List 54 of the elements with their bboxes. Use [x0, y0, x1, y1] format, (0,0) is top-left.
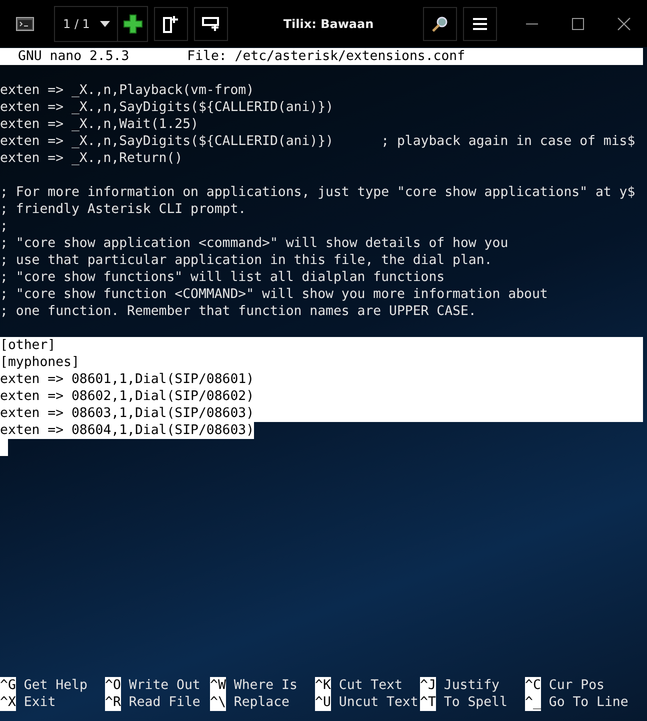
shortcut-label: Replace — [234, 694, 290, 711]
add-terminal-icon — [201, 16, 221, 32]
close-icon[interactable] — [617, 16, 631, 30]
code-line: exten => _X.,n,Wait(1.25) — [0, 116, 198, 133]
shortcut-label: Get Help — [24, 677, 88, 694]
shortcut-label: Uncut Text — [338, 694, 418, 711]
code-line: ; friendly Asterisk CLI prompt. — [0, 201, 246, 218]
shortcut-key: ^O — [105, 677, 121, 694]
shortcut-key: ^\ — [210, 694, 226, 711]
code-line: ; "core show application <command>" will show details of how you — [0, 235, 508, 252]
terminal-icon[interactable] — [16, 16, 34, 30]
code-line: ; "core show functions" will list all dialplan functions — [0, 269, 445, 286]
code-line: ; — [0, 218, 8, 235]
shortcut-label: Cut Text — [338, 677, 402, 694]
add-terminal-icon — [163, 14, 179, 32]
search-icon — [432, 16, 448, 32]
shortcut-label: Read File — [128, 694, 200, 711]
code-line: ; "core show function <COMMAND>" will show you more information about — [0, 286, 548, 303]
shortcut-label: Cur Pos — [548, 677, 604, 694]
split-right-button[interactable] — [154, 6, 188, 40]
code-line: exten => _X.,n,Playback(vm-from) — [0, 82, 254, 99]
code-line: exten => _X.,n,SayDigits(${CALLERID(ani)}) — [0, 99, 334, 116]
menu-icon — [473, 18, 487, 30]
code-line: ; use that particular application in this file, the dial plan. — [0, 252, 492, 269]
plus-icon — [122, 14, 142, 34]
shortcut-key: ^C — [525, 677, 541, 694]
shortcut-key: ^T — [420, 694, 436, 711]
shortcut-key: ^X — [0, 694, 16, 711]
code-line: exten => _X.,n,Return() — [0, 150, 183, 167]
code-line: ; For more information on applications, just type "core show applications" at y$ — [0, 184, 636, 201]
maximize-icon[interactable] — [571, 16, 585, 30]
shortcut-label: Exit — [24, 694, 56, 711]
window-title: Tilix: Bawaan — [282, 16, 375, 30]
shortcut-key: ^U — [315, 694, 331, 711]
search-button[interactable] — [423, 6, 457, 40]
menu-button[interactable] — [463, 6, 497, 40]
split-down-button[interactable] — [194, 6, 228, 40]
file-name: File: /etc/asterisk/extensions.conf — [187, 48, 466, 65]
shortcut-label: Go To Line — [548, 694, 628, 711]
text-cursor — [0, 439, 8, 456]
shortcut-label: Justify — [444, 677, 500, 694]
shortcut-key: ^_ — [525, 694, 541, 711]
shortcut-key: ^G — [0, 677, 16, 694]
shortcut-key: ^R — [105, 694, 121, 711]
nano-version: GNU nano 2.5.3 — [18, 48, 130, 65]
shortcut-label: Write Out — [128, 677, 200, 694]
caret-icon — [100, 20, 110, 26]
shortcut-key: ^J — [420, 677, 436, 694]
code-line: ; one function. Remember that function names are UPPER CASE. — [0, 303, 476, 320]
shortcut-label: Where Is — [234, 677, 298, 694]
shortcut-label: To Spell — [444, 694, 508, 711]
shortcut-key: ^K — [315, 677, 331, 694]
code-line: exten => _X.,n,SayDigits(${CALLERID(ani)}) ; playback again in case of mis$ — [0, 133, 636, 150]
shortcut-key: ^W — [210, 677, 226, 694]
